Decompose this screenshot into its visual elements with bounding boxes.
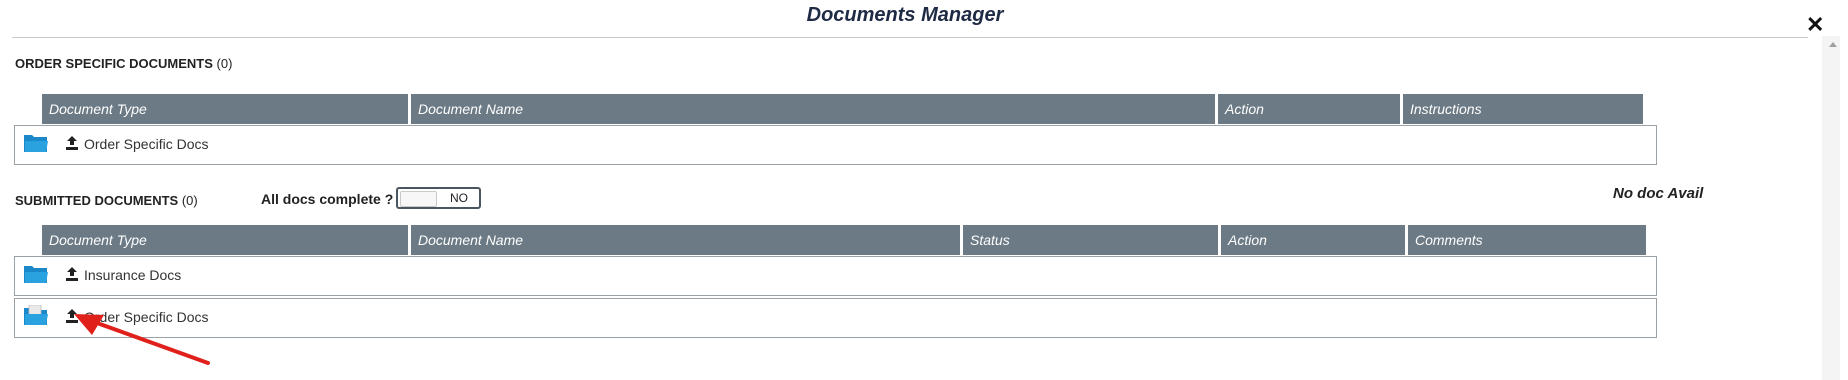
title-divider [12,37,1808,38]
order-docs-table-header: Document Type Document Name Action Instr… [42,94,1643,124]
folder-open-icon[interactable] [23,263,49,285]
folder-open-icon[interactable] [23,132,49,154]
column-header-document-name: Document Name [411,225,963,255]
scroll-up-icon[interactable] [1829,42,1837,47]
column-header-comments: Comments [1408,225,1646,255]
table-row: Order Specific Docs [14,298,1657,338]
table-row: Order Specific Docs [14,125,1657,165]
submitted-docs-count: (0) [181,193,198,208]
all-docs-complete-toggle[interactable]: NO [396,187,481,209]
column-header-action: Action [1221,225,1408,255]
column-header-status: Status [963,225,1221,255]
upload-icon[interactable] [65,266,79,282]
all-docs-complete-label: All docs complete ? [261,191,394,207]
column-header-action: Action [1218,94,1403,124]
order-docs-section-title: ORDER SPECIFIC DOCUMENTS (0) [15,56,232,71]
close-icon[interactable]: ✕ [1806,14,1826,36]
submitted-docs-table-header: Document Type Document Name Status Actio… [42,225,1646,255]
toggle-state: NO [450,191,468,205]
submitted-docs-title: SUBMITTED DOCUMENTS [15,193,179,208]
row-label-order-specific-docs[interactable]: Order Specific Docs [84,136,208,152]
column-header-document-type: Document Type [42,225,411,255]
column-header-instructions: Instructions [1403,94,1643,124]
order-docs-count: (0) [216,56,233,71]
folder-open-icon[interactable] [23,305,49,327]
submitted-docs-section-title: SUBMITTED DOCUMENTS (0) [15,193,198,208]
modal-title: Documents Manager [806,4,1004,26]
column-header-document-name: Document Name [411,94,1218,124]
annotation-arrow [74,314,210,365]
no-doc-available-text: No doc Avail [1613,185,1704,202]
column-header-document-type: Document Type [42,94,411,124]
order-docs-title: ORDER SPECIFIC DOCUMENTS [15,56,213,71]
row-label-insurance-docs[interactable]: Insurance Docs [84,267,181,283]
upload-icon[interactable] [65,135,79,151]
table-row: Insurance Docs [14,256,1657,296]
toggle-knob[interactable] [400,191,437,207]
scrollbar[interactable] [1822,36,1840,380]
